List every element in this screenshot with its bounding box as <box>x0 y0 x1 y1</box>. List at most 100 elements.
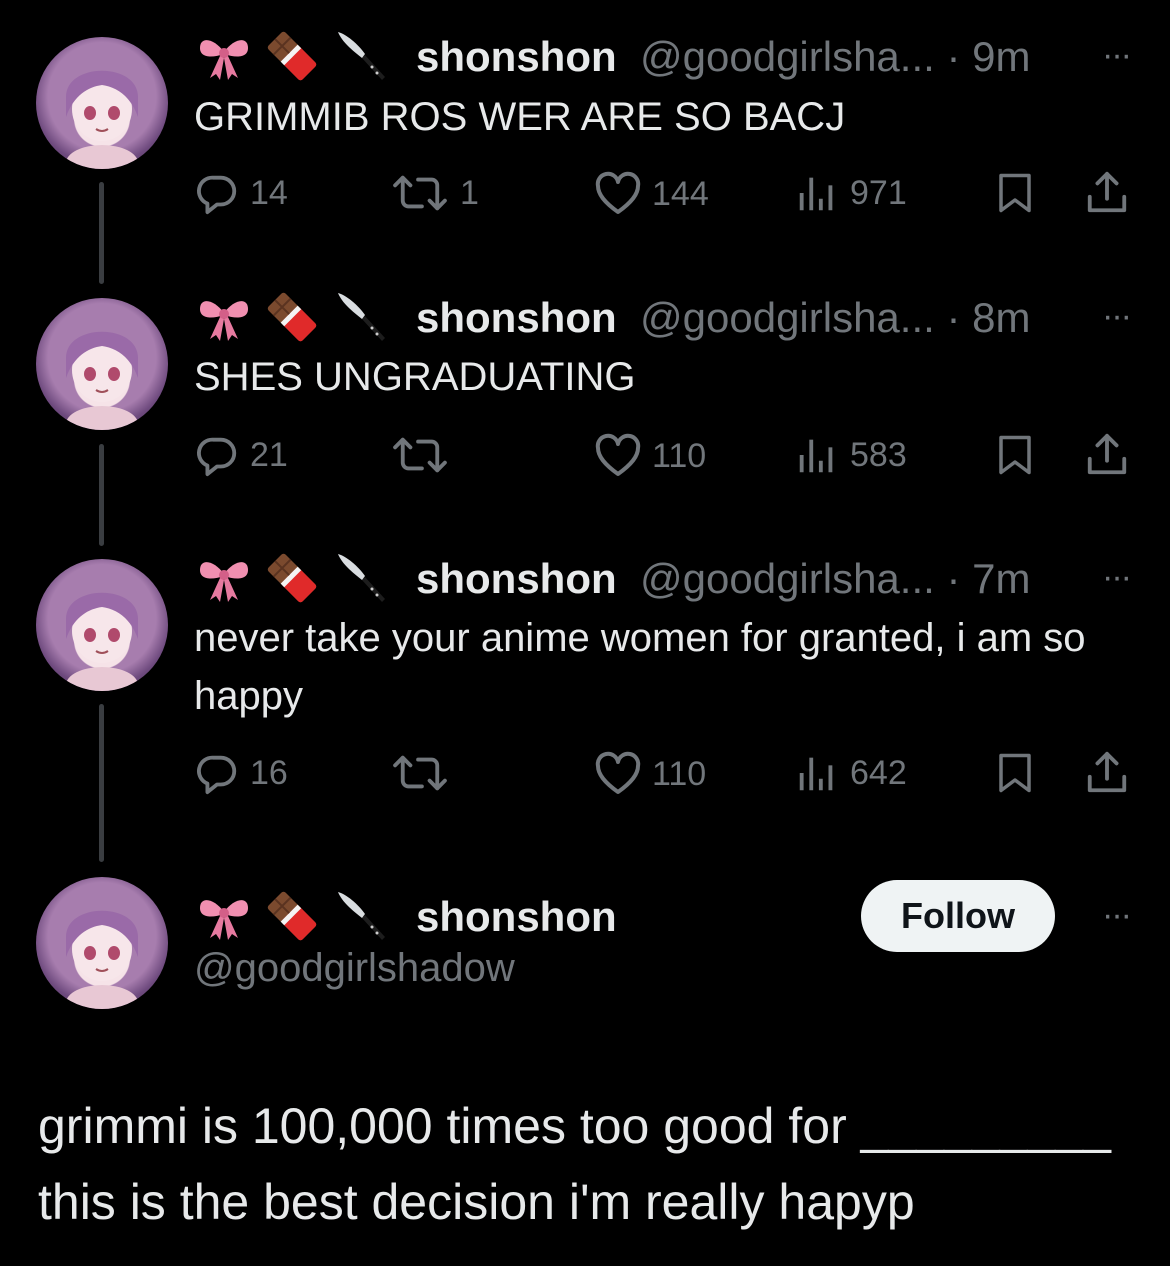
more-icon[interactable]: ··· <box>1102 558 1132 597</box>
main-tweet-text: grimmi is 100,000 times too good for ___… <box>38 1088 1138 1240</box>
views-button[interactable]: 642 <box>794 750 907 796</box>
chocolate-bar-emoji <box>264 28 320 84</box>
timestamp[interactable]: · 8m <box>946 294 1030 341</box>
name-emojis <box>196 28 388 84</box>
ribbon-emoji <box>196 28 252 84</box>
share-button[interactable] <box>1084 432 1130 478</box>
more-icon[interactable]: ··· <box>1102 297 1132 336</box>
repost-button[interactable] <box>390 750 460 796</box>
like-button[interactable]: 110 <box>594 750 706 798</box>
views-count: 971 <box>850 173 907 212</box>
reply-button[interactable]: 14 <box>194 170 288 216</box>
handle-and-time: @goodgirlsha... · 9m <box>640 33 1030 81</box>
name-emojis <box>196 550 388 606</box>
bookmark-button[interactable] <box>994 170 1036 216</box>
bookmark-button[interactable] <box>994 432 1036 478</box>
like-count: 144 <box>652 174 709 213</box>
main-tweet-text-line-1: grimmi is 100,000 times too good for ___… <box>38 1098 1111 1154</box>
timestamp[interactable]: · 7m <box>946 555 1030 602</box>
share-icon <box>1084 170 1130 216</box>
reply-icon <box>194 750 240 796</box>
knife-emoji <box>332 28 388 84</box>
ribbon-emoji <box>196 550 252 606</box>
main-tweet-text-line-2: this is the best decision i'm really hap… <box>38 1174 915 1230</box>
chocolate-bar-emoji <box>264 888 320 944</box>
handle[interactable]: @goodgirlshadow <box>194 946 515 991</box>
reply-button[interactable]: 16 <box>194 750 288 796</box>
reply-icon <box>194 432 240 478</box>
handle[interactable]: @goodgirlsha... <box>640 555 935 602</box>
share-button[interactable] <box>1084 750 1130 796</box>
action-bar: 16 110 642 <box>194 750 1134 800</box>
bookmark-icon <box>994 170 1036 216</box>
tweet-text: SHES UNGRADUATING <box>194 355 636 399</box>
avatar-image <box>36 559 168 691</box>
reply-count: 14 <box>250 173 288 212</box>
handle[interactable]: @goodgirlsha... <box>640 294 935 341</box>
views-icon <box>794 750 840 796</box>
views-count: 642 <box>850 753 907 792</box>
handle-and-time: @goodgirlsha... · 7m <box>640 555 1030 603</box>
avatar-image <box>36 298 168 430</box>
avatar[interactable] <box>36 559 168 691</box>
action-bar: 14 1 144 971 <box>194 170 1134 220</box>
knife-emoji <box>332 289 388 345</box>
heart-icon <box>594 432 642 480</box>
name-emojis <box>196 888 388 944</box>
like-count: 110 <box>652 436 707 475</box>
timestamp[interactable]: · 9m <box>946 33 1030 80</box>
repost-icon <box>390 750 450 796</box>
avatar[interactable] <box>36 877 168 1009</box>
share-icon <box>1084 432 1130 478</box>
views-button[interactable]: 971 <box>794 170 907 216</box>
like-button[interactable]: 110 <box>594 432 706 480</box>
avatar-image <box>36 877 168 1009</box>
bookmark-icon <box>994 750 1036 796</box>
tweet-text: never take your anime women for granted,… <box>194 616 1086 718</box>
knife-emoji <box>332 888 388 944</box>
display-name[interactable]: shonshon <box>416 33 617 81</box>
handle[interactable]: @goodgirlsha... <box>640 33 935 80</box>
ribbon-emoji <box>196 289 252 345</box>
chocolate-bar-emoji <box>264 289 320 345</box>
bookmark-icon <box>994 432 1036 478</box>
more-icon[interactable]: ··· <box>1102 36 1132 75</box>
reply-count: 16 <box>250 753 288 792</box>
views-icon <box>794 432 840 478</box>
action-bar: 21 110 583 <box>194 432 1134 482</box>
repost-count: 1 <box>460 173 479 212</box>
display-name[interactable]: shonshon <box>416 893 617 941</box>
heart-icon <box>594 170 642 218</box>
views-button[interactable]: 583 <box>794 432 907 478</box>
repost-button[interactable] <box>390 432 460 478</box>
repost-button[interactable]: 1 <box>390 170 479 216</box>
avatar-image <box>36 37 168 169</box>
reply-button[interactable]: 21 <box>194 432 288 478</box>
heart-icon <box>594 750 642 798</box>
chocolate-bar-emoji <box>264 550 320 606</box>
like-count: 110 <box>652 754 707 793</box>
avatar[interactable] <box>36 37 168 169</box>
tweet-text: GRIMMIB ROS WER ARE SO BACJ <box>194 95 846 139</box>
name-emojis <box>196 289 388 345</box>
thread-connector <box>99 444 104 546</box>
repost-icon <box>390 432 450 478</box>
ribbon-emoji <box>196 888 252 944</box>
display-name[interactable]: shonshon <box>416 294 617 342</box>
thread-connector <box>99 704 104 862</box>
reply-count: 21 <box>250 435 288 474</box>
handle-and-time: @goodgirlsha... · 8m <box>640 294 1030 342</box>
thread-connector <box>99 182 104 284</box>
views-icon <box>794 170 840 216</box>
follow-button[interactable]: Follow <box>861 880 1055 952</box>
bookmark-button[interactable] <box>994 750 1036 796</box>
share-button[interactable] <box>1084 170 1130 216</box>
repost-icon <box>390 170 450 216</box>
avatar[interactable] <box>36 298 168 430</box>
display-name[interactable]: shonshon <box>416 555 617 603</box>
more-icon[interactable]: ··· <box>1102 896 1132 935</box>
share-icon <box>1084 750 1130 796</box>
knife-emoji <box>332 550 388 606</box>
views-count: 583 <box>850 435 907 474</box>
like-button[interactable]: 144 <box>594 170 709 218</box>
